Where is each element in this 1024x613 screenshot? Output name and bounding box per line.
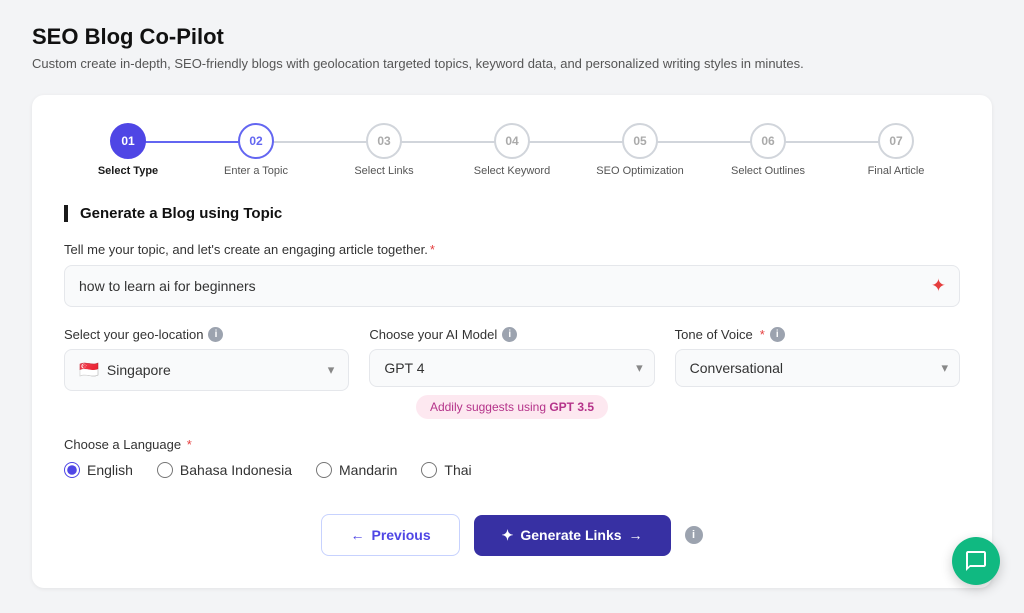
- singapore-flag: 🇸🇬: [79, 360, 99, 380]
- step-04[interactable]: 04 Select Keyword: [448, 123, 576, 177]
- step-03[interactable]: 03 Select Links: [320, 123, 448, 177]
- language-english[interactable]: English: [64, 462, 133, 478]
- geolocation-label: Select your geo-location i: [64, 327, 349, 342]
- step-06-circle: 06: [750, 123, 786, 159]
- step-04-label: Select Keyword: [474, 165, 550, 177]
- step-01-label: Select Type: [98, 165, 158, 177]
- topic-input-wrapper: ✦: [64, 265, 960, 307]
- language-thai-radio[interactable]: [421, 462, 437, 478]
- page-subtitle: Custom create in-depth, SEO-friendly blo…: [32, 56, 992, 71]
- tone-required-star: *: [760, 327, 765, 342]
- language-label: Choose a Language *: [64, 437, 960, 452]
- step-05-label: SEO Optimization: [596, 165, 683, 177]
- language-bahasa[interactable]: Bahasa Indonesia: [157, 462, 292, 478]
- language-thai-label: Thai: [444, 462, 471, 478]
- language-english-radio[interactable]: [64, 462, 80, 478]
- gpt-suggest-badge: Addily suggests using GPT 3.5: [416, 395, 608, 419]
- topic-field-label: Tell me your topic, and let's create an …: [64, 242, 960, 257]
- step-07-circle: 07: [878, 123, 914, 159]
- step-07[interactable]: 07 Final Article: [832, 123, 960, 177]
- tone-dropdown-wrapper: Conversational Professional Formal Casua…: [675, 349, 960, 387]
- gpt-suggest-wrapper: Addily suggests using GPT 3.5: [369, 395, 654, 419]
- step-03-label: Select Links: [354, 165, 413, 177]
- page-title: SEO Blog Co-Pilot: [32, 24, 992, 50]
- ai-model-label: Choose your AI Model i: [369, 327, 654, 342]
- tone-label: Tone of Voice * i: [675, 327, 960, 342]
- dropdowns-row: Select your geo-location i 🇸🇬 Singapore …: [64, 327, 960, 419]
- tone-group: Tone of Voice * i Conversational Profess…: [675, 327, 960, 419]
- step-05[interactable]: 05 SEO Optimization: [576, 123, 704, 177]
- step-05-circle: 05: [622, 123, 658, 159]
- geolocation-chevron-icon: ▾: [328, 362, 335, 378]
- step-01[interactable]: 01 Select Type: [64, 123, 192, 177]
- sparkle-icon: ✦: [931, 276, 946, 297]
- chat-fab[interactable]: [952, 537, 1000, 585]
- step-01-circle: 01: [110, 123, 146, 159]
- step-02-circle: 02: [238, 123, 274, 159]
- arrow-left-icon: ←: [350, 527, 364, 543]
- topic-input[interactable]: [64, 265, 960, 307]
- arrow-right-icon: →: [629, 527, 643, 543]
- step-06-label: Select Outlines: [731, 165, 805, 177]
- step-07-label: Final Article: [868, 165, 925, 177]
- geolocation-value: Singapore: [107, 362, 320, 378]
- language-required-star: *: [187, 437, 192, 452]
- language-english-label: English: [87, 462, 133, 478]
- required-star: *: [430, 242, 435, 257]
- tone-info-icon[interactable]: i: [770, 327, 785, 342]
- main-card: 01 Select Type 02 Enter a Topic 03 Selec…: [32, 95, 992, 588]
- ai-model-dropdown[interactable]: GPT 4 GPT 3.5 GPT 4o: [369, 349, 654, 387]
- language-mandarin-label: Mandarin: [339, 462, 397, 478]
- language-mandarin-radio[interactable]: [316, 462, 332, 478]
- geolocation-info-icon[interactable]: i: [208, 327, 223, 342]
- language-thai[interactable]: Thai: [421, 462, 471, 478]
- sparkle-btn-icon: ✦: [502, 527, 514, 544]
- language-bahasa-label: Bahasa Indonesia: [180, 462, 292, 478]
- step-04-circle: 04: [494, 123, 530, 159]
- language-bahasa-radio[interactable]: [157, 462, 173, 478]
- ai-model-group: Choose your AI Model i GPT 4 GPT 3.5 GPT…: [369, 327, 654, 419]
- step-03-circle: 03: [366, 123, 402, 159]
- previous-button[interactable]: ← Previous: [321, 514, 459, 556]
- generate-info-icon[interactable]: i: [685, 526, 703, 544]
- geolocation-dropdown-wrapper: 🇸🇬 Singapore ▾: [64, 349, 349, 391]
- section-heading: Generate a Blog using Topic: [64, 205, 960, 222]
- stepper: 01 Select Type 02 Enter a Topic 03 Selec…: [64, 123, 960, 177]
- footer-bar: ← Previous ✦ Generate Links → i: [64, 514, 960, 556]
- chat-icon: [964, 549, 988, 573]
- step-06[interactable]: 06 Select Outlines: [704, 123, 832, 177]
- language-radio-group: English Bahasa Indonesia Mandarin Thai: [64, 462, 960, 478]
- generate-links-button[interactable]: ✦ Generate Links →: [474, 515, 671, 556]
- geolocation-dropdown[interactable]: 🇸🇬 Singapore ▾: [64, 349, 349, 391]
- geolocation-group: Select your geo-location i 🇸🇬 Singapore …: [64, 327, 349, 419]
- ai-model-info-icon[interactable]: i: [502, 327, 517, 342]
- step-02[interactable]: 02 Enter a Topic: [192, 123, 320, 177]
- language-section: Choose a Language * English Bahasa Indon…: [64, 437, 960, 478]
- step-02-label: Enter a Topic: [224, 165, 288, 177]
- language-mandarin[interactable]: Mandarin: [316, 462, 397, 478]
- tone-dropdown[interactable]: Conversational Professional Formal Casua…: [675, 349, 960, 387]
- ai-model-dropdown-wrapper: GPT 4 GPT 3.5 GPT 4o ▾: [369, 349, 654, 387]
